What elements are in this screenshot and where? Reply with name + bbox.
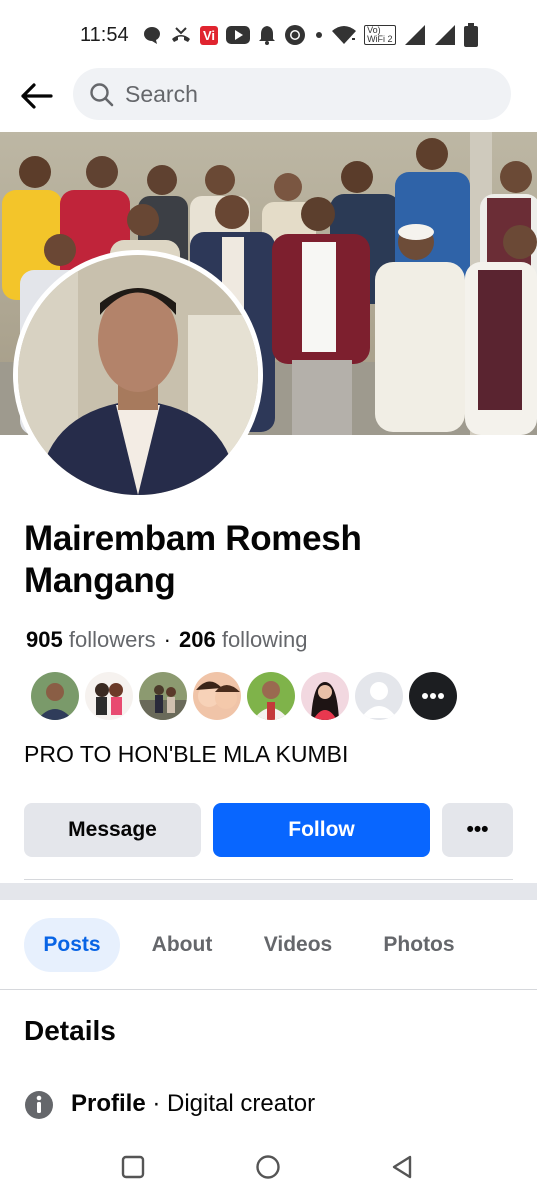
battery-icon: [463, 23, 478, 47]
profile-category-value: Digital creator: [167, 1090, 316, 1117]
tab-posts[interactable]: Posts: [24, 918, 120, 972]
recent-apps-icon: [121, 1155, 145, 1179]
more-options-button[interactable]: •••: [442, 803, 513, 857]
search-placeholder: Search: [125, 81, 198, 107]
follower-avatar[interactable]: [301, 672, 349, 720]
divider: [24, 879, 513, 880]
followers-count: 905: [26, 627, 63, 652]
chat-bubble-icon: [144, 27, 160, 44]
back-icon: [392, 1155, 412, 1179]
recent-apps-button[interactable]: [113, 1150, 153, 1184]
details-heading: Details: [24, 1015, 116, 1046]
followers-link[interactable]: 905 followers: [26, 627, 156, 652]
follower-avatar[interactable]: [193, 672, 241, 720]
search-icon: [90, 83, 114, 107]
follower-avatar[interactable]: [85, 672, 133, 720]
profile-category: Profile · Digital creator: [71, 1090, 316, 1117]
missed-call-icon: [172, 27, 190, 42]
divider: [0, 989, 537, 990]
following-count: 206: [178, 627, 216, 652]
more-followers-button[interactable]: [409, 672, 457, 720]
chrome-icon: [285, 25, 306, 45]
search-input[interactable]: Search: [73, 68, 511, 120]
follow-stats: 905 followers · 206 following: [26, 627, 308, 652]
follower-avatar-placeholder[interactable]: [355, 672, 403, 720]
followers-label: followers: [68, 627, 156, 652]
bell-icon: [259, 26, 276, 45]
dot-icon: [316, 32, 323, 38]
info-icon: [25, 1091, 53, 1119]
signal-icon: [434, 25, 455, 45]
follower-avatar[interactable]: [31, 672, 79, 720]
volte-icon: Vo) WiFi 2: [364, 25, 396, 45]
wifi-icon: [332, 26, 357, 44]
signal-icon: [404, 25, 425, 45]
back-button[interactable]: [14, 74, 58, 118]
following-label: following: [221, 627, 308, 652]
following-link[interactable]: 206 following: [179, 627, 307, 652]
tab-about[interactable]: About: [140, 918, 224, 972]
vi-app-icon: Vi: [200, 25, 219, 45]
follower-avatar[interactable]: [247, 672, 295, 720]
section-separator: [0, 883, 537, 900]
arrow-left-icon: [21, 83, 53, 109]
more-dots-icon: [422, 693, 444, 699]
status-time: 11:54: [80, 24, 129, 46]
status-bar: 11:54 Vi Vo) WiFi 2: [0, 0, 537, 68]
follower-avatar[interactable]: [139, 672, 187, 720]
profile-name: Mairembam Romesh Mangang: [24, 519, 362, 600]
tab-photos[interactable]: Photos: [372, 918, 466, 972]
follow-button[interactable]: Follow: [213, 803, 430, 857]
profile-bio: PRO TO HON'BLE MLA KUMBI: [24, 741, 349, 767]
home-button[interactable]: [248, 1150, 288, 1184]
system-back-button[interactable]: [382, 1150, 422, 1184]
home-icon: [256, 1155, 280, 1179]
message-button[interactable]: Message: [24, 803, 201, 857]
tab-videos[interactable]: Videos: [252, 918, 344, 972]
youtube-icon: [226, 26, 251, 44]
profile-avatar[interactable]: [13, 250, 263, 500]
profile-category-label: Profile: [71, 1090, 146, 1117]
